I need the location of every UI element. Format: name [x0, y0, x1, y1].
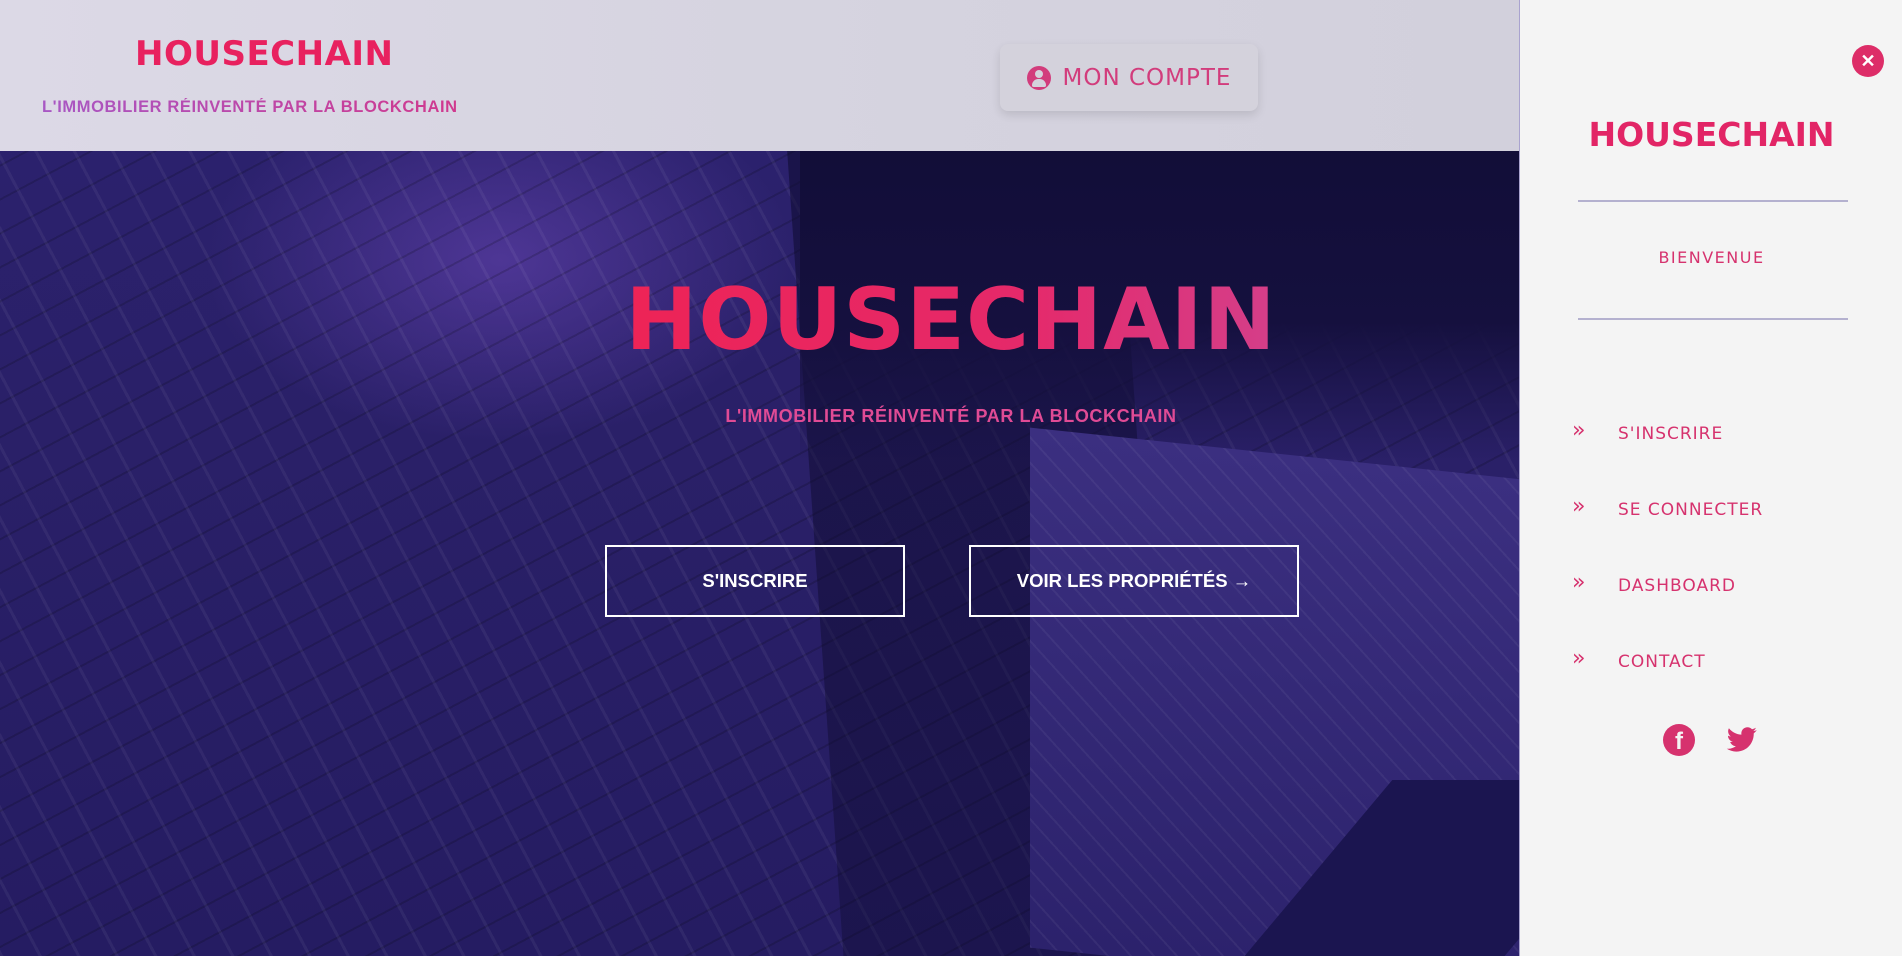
account-button-label: MON COMPTE — [1062, 64, 1232, 91]
double-chevron-right-icon: » — [1572, 493, 1586, 519]
social-links: f — [1663, 724, 1759, 756]
top-header: HOUSECHAIN L'IMMOBILIER RÉINVENTÉ PAR LA… — [0, 0, 1519, 151]
sidebar-item-label: SE CONNECTER — [1618, 500, 1764, 520]
sidebar-item-label: DASHBOARD — [1618, 576, 1736, 596]
divider — [1578, 200, 1848, 202]
account-button[interactable]: MON COMPTE — [1000, 44, 1258, 111]
header-tagline: L'IMMOBILIER RÉINVENTÉ PAR LA BLOCKCHAIN — [42, 98, 458, 116]
view-properties-button[interactable]: VOIR LES PROPRIÉTÉS → — [969, 545, 1299, 617]
hero-title: HOUSECHAIN — [606, 270, 1296, 370]
sidebar-item-label: S'INSCRIRE — [1618, 424, 1724, 444]
welcome-text: BIENVENUE — [1658, 248, 1765, 267]
sidebar-item-contact[interactable]: » CONTACT — [1572, 624, 1763, 700]
sidebar-menu: » S'INSCRIRE » SE CONNECTER » DASHBOARD … — [1572, 396, 1763, 700]
divider — [1578, 318, 1848, 320]
user-circle-icon — [1026, 65, 1051, 90]
sidebar-item-login[interactable]: » SE CONNECTER — [1572, 472, 1763, 548]
signup-button[interactable]: S'INSCRIRE — [605, 545, 905, 617]
facebook-icon[interactable]: f — [1663, 724, 1695, 756]
double-chevron-right-icon: » — [1572, 569, 1586, 595]
sidebar-logo[interactable]: HOUSECHAIN — [1520, 115, 1902, 154]
hero-subtitle: L'IMMOBILIER RÉINVENTÉ PAR LA BLOCKCHAIN — [725, 406, 1177, 426]
sidebar-item-dashboard[interactable]: » DASHBOARD — [1572, 548, 1763, 624]
sidebar-item-label: CONTACT — [1618, 652, 1706, 672]
sidebar-item-signup[interactable]: » S'INSCRIRE — [1572, 396, 1763, 472]
side-menu-panel: ✕ HOUSECHAIN BIENVENUE » S'INSCRIRE » SE… — [1519, 0, 1902, 956]
header-logo[interactable]: HOUSECHAIN — [135, 34, 394, 74]
double-chevron-right-icon: » — [1572, 645, 1586, 671]
close-icon[interactable]: ✕ — [1852, 45, 1884, 77]
twitter-icon[interactable] — [1725, 724, 1759, 756]
double-chevron-right-icon: » — [1572, 417, 1586, 443]
